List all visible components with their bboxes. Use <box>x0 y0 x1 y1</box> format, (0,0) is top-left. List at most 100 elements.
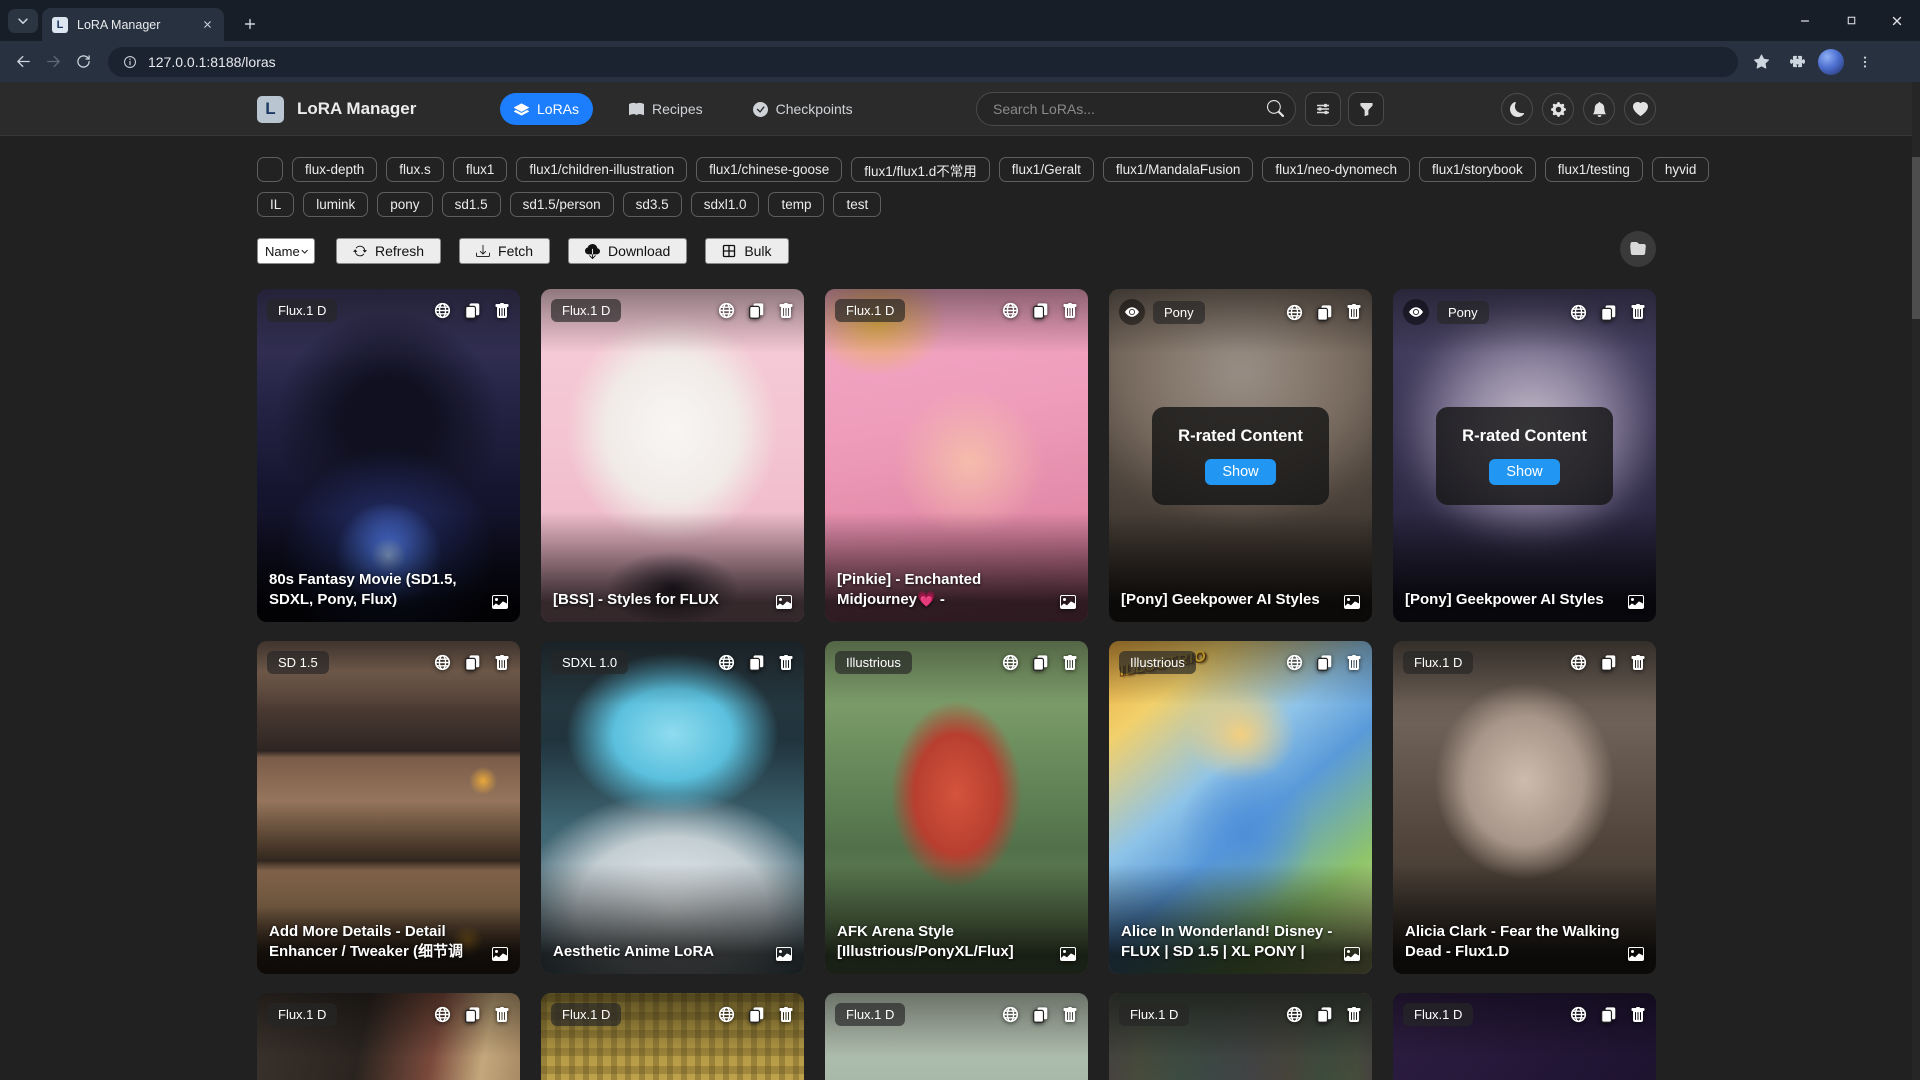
delete-button[interactable] <box>1346 304 1362 320</box>
lora-card[interactable]: SD 1.5 Add More Details - Detail Enhance… <box>257 641 520 974</box>
tag-chip[interactable]: flux1/flux1.d不常用 <box>851 157 990 182</box>
reload-button[interactable] <box>68 47 98 77</box>
example-images-button[interactable] <box>1628 594 1644 610</box>
delete-button[interactable] <box>494 655 510 671</box>
copy-button[interactable] <box>1316 654 1333 671</box>
browser-tab[interactable]: L LoRA Manager <box>42 8 224 41</box>
tag-chip[interactable]: flux.s <box>386 157 444 182</box>
civitai-link-button[interactable] <box>1286 1006 1303 1023</box>
example-images-button[interactable] <box>1060 594 1076 610</box>
example-images-button[interactable] <box>1060 946 1076 962</box>
tag-chip[interactable]: lumink <box>303 192 368 217</box>
back-button[interactable] <box>8 47 38 77</box>
tag-chip[interactable]: sd1.5/person <box>510 192 614 217</box>
copy-button[interactable] <box>1600 1006 1617 1023</box>
copy-button[interactable] <box>464 302 481 319</box>
tag-chip[interactable]: flux1/Geralt <box>999 157 1094 182</box>
delete-button[interactable] <box>1062 303 1078 319</box>
copy-button[interactable] <box>1316 304 1333 321</box>
tag-chip[interactable]: flux1/chinese-goose <box>696 157 842 182</box>
example-images-button[interactable] <box>492 946 508 962</box>
lora-card[interactable]: Flux.1 D Alicia Clark - Fear the Walking… <box>1393 641 1656 974</box>
tag-chip-root[interactable] <box>257 157 283 182</box>
window-close-button[interactable] <box>1874 0 1920 41</box>
lora-card[interactable]: Flux.1 D <box>257 993 520 1080</box>
tag-chip[interactable]: temp <box>768 192 824 217</box>
lora-card[interactable]: Flux.1 D <box>825 993 1088 1080</box>
civitai-link-button[interactable] <box>1002 302 1019 319</box>
civitai-link-button[interactable] <box>718 1006 735 1023</box>
forward-button[interactable] <box>38 47 68 77</box>
copy-button[interactable] <box>748 1006 765 1023</box>
tab-checkpoints[interactable]: Checkpoints <box>739 93 867 125</box>
lora-card[interactable]: R-rated Content Show Pony [Pony] Geekpow… <box>1393 289 1656 622</box>
copy-button[interactable] <box>1032 654 1049 671</box>
search-options-button[interactable] <box>1305 92 1341 126</box>
theme-toggle-button[interactable] <box>1501 93 1533 125</box>
tag-chip[interactable]: flux-depth <box>292 157 377 182</box>
delete-button[interactable] <box>1062 655 1078 671</box>
tag-chip[interactable]: hyvid <box>1652 157 1710 182</box>
civitai-link-button[interactable] <box>434 654 451 671</box>
tag-chip[interactable]: flux1/neo-dynomech <box>1262 157 1410 182</box>
scrollbar-thumb[interactable] <box>1912 157 1920 319</box>
tab-search-button[interactable] <box>8 9 38 33</box>
folder-view-button[interactable] <box>1620 231 1656 267</box>
civitai-link-button[interactable] <box>434 1006 451 1023</box>
bulk-button[interactable]: Bulk <box>705 238 788 264</box>
lora-card[interactable]: Illustrious AFK Arena Style [Illustrious… <box>825 641 1088 974</box>
tag-chip[interactable]: test <box>833 192 881 217</box>
delete-button[interactable] <box>494 303 510 319</box>
lora-card[interactable]: SDXL 1.0 Aesthetic Anime LoRA <box>541 641 804 974</box>
lora-card[interactable]: Flux.1 D <box>1109 993 1372 1080</box>
new-tab-button[interactable] <box>236 10 264 38</box>
civitai-link-button[interactable] <box>1286 654 1303 671</box>
example-images-button[interactable] <box>1344 946 1360 962</box>
lora-card[interactable]: R-rated Content Show Pony [Pony] Geekpow… <box>1109 289 1372 622</box>
lora-card[interactable]: Flux.1 D [Pinkie] - Enchanted Midjourney… <box>825 289 1088 622</box>
show-nsfw-button[interactable]: Show <box>1489 459 1559 485</box>
copy-button[interactable] <box>1600 654 1617 671</box>
copy-button[interactable] <box>464 654 481 671</box>
civitai-link-button[interactable] <box>1286 304 1303 321</box>
tag-chip[interactable]: sd3.5 <box>623 192 682 217</box>
tag-chip[interactable]: IL <box>257 192 294 217</box>
tag-chip[interactable]: flux1/MandalaFusion <box>1103 157 1254 182</box>
lora-card[interactable]: Flux.1 D <box>1393 993 1656 1080</box>
delete-button[interactable] <box>1346 655 1362 671</box>
civitai-link-button[interactable] <box>1002 1006 1019 1023</box>
page-scrollbar[interactable] <box>1912 82 1920 1080</box>
profile-avatar[interactable] <box>1818 49 1844 75</box>
visibility-toggle-button[interactable] <box>1403 299 1429 325</box>
civitai-link-button[interactable] <box>1002 654 1019 671</box>
visibility-toggle-button[interactable] <box>1119 299 1145 325</box>
lora-card[interactable]: Flux.1 D <box>541 993 804 1080</box>
civitai-link-button[interactable] <box>434 302 451 319</box>
settings-button[interactable] <box>1542 93 1574 125</box>
delete-button[interactable] <box>778 1007 794 1023</box>
civitai-link-button[interactable] <box>1570 1006 1587 1023</box>
copy-button[interactable] <box>464 1006 481 1023</box>
copy-button[interactable] <box>1032 302 1049 319</box>
lora-card[interactable]: ILLUSTRIO Illustrious Alice In Wonderlan… <box>1109 641 1372 974</box>
copy-button[interactable] <box>1032 1006 1049 1023</box>
search-input[interactable] <box>976 92 1296 126</box>
delete-button[interactable] <box>778 655 794 671</box>
civitai-link-button[interactable] <box>1570 654 1587 671</box>
bookmark-star-button[interactable] <box>1746 47 1776 77</box>
lora-card[interactable]: Flux.1 D 80s Fantasy Movie (SD1.5, SDXL,… <box>257 289 520 622</box>
tag-chip[interactable]: flux1/children-illustration <box>516 157 687 182</box>
tag-chip[interactable]: pony <box>377 192 432 217</box>
download-button[interactable]: Download <box>568 238 687 264</box>
address-bar[interactable]: 127.0.0.1:8188/loras <box>108 47 1738 77</box>
search-icon[interactable] <box>1267 100 1284 117</box>
browser-menu-button[interactable] <box>1850 47 1880 77</box>
notifications-button[interactable] <box>1583 93 1615 125</box>
support-button[interactable] <box>1624 93 1656 125</box>
tag-chip[interactable]: flux1 <box>453 157 508 182</box>
show-nsfw-button[interactable]: Show <box>1205 459 1275 485</box>
delete-button[interactable] <box>1630 655 1646 671</box>
tag-chip[interactable]: flux1/testing <box>1545 157 1643 182</box>
delete-button[interactable] <box>494 1007 510 1023</box>
tag-chip[interactable]: sdxl1.0 <box>691 192 760 217</box>
